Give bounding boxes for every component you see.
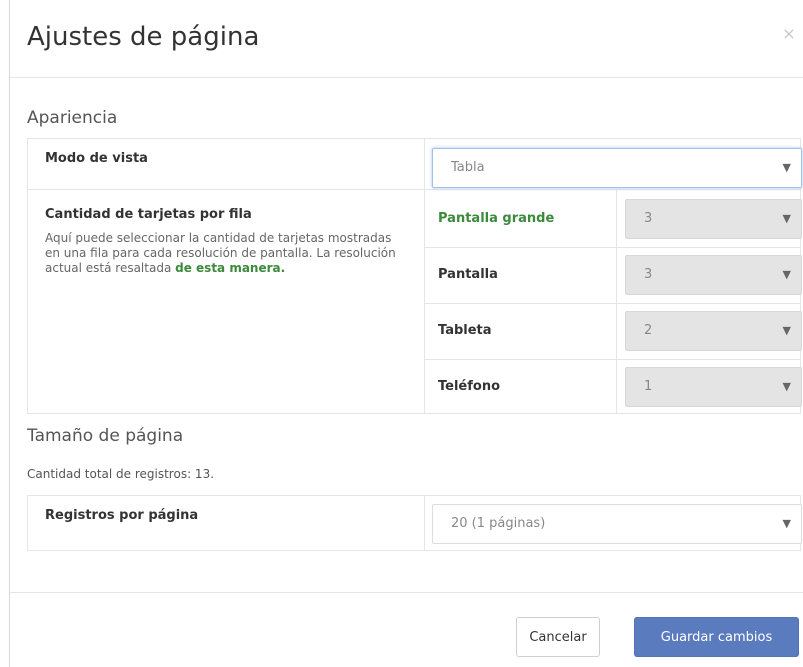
cancel-button[interactable]: Cancelar (516, 617, 600, 657)
resolution-label-tablet: Tableta (438, 323, 492, 338)
column-divider (424, 139, 425, 413)
page-settings-dialog: Ajustes de página × Apariencia Modo de v… (9, 0, 803, 667)
cards-select-phone[interactable]: 1 ▼ (625, 367, 802, 407)
resolution-label-large-screen: Pantalla grande (438, 211, 555, 226)
column-divider (424, 496, 425, 550)
chevron-down-icon: ▼ (782, 380, 791, 393)
dialog-title: Ajustes de página (27, 22, 260, 52)
chevron-down-icon: ▼ (782, 324, 791, 337)
dialog-header: Ajustes de página × (10, 0, 803, 78)
close-icon[interactable]: × (781, 26, 797, 42)
records-per-page-value: 20 (1 páginas) (451, 516, 546, 531)
chevron-down-icon: ▼ (782, 268, 791, 281)
cards-select-tablet[interactable]: 2 ▼ (625, 311, 802, 351)
chevron-down-icon: ▼ (782, 161, 791, 174)
resolution-label-screen: Pantalla (438, 267, 498, 282)
cards-select-screen[interactable]: 3 ▼ (625, 255, 802, 295)
help-text-highlight: de esta manera. (175, 261, 286, 275)
row-divider (424, 359, 800, 360)
cards-select-large-screen[interactable]: 3 ▼ (625, 199, 802, 239)
chevron-down-icon: ▼ (782, 212, 791, 225)
records-per-page-label: Registros por página (45, 508, 199, 523)
dialog-footer: Cancelar Guardar cambios (10, 592, 803, 667)
cards-value-large-screen: 3 (644, 211, 653, 226)
cards-value-tablet: 2 (644, 323, 653, 338)
column-divider (616, 189, 617, 413)
records-per-page-select[interactable]: 20 (1 páginas) ▼ (432, 504, 802, 544)
chevron-down-icon: ▼ (782, 517, 791, 530)
row-divider (424, 247, 800, 248)
view-mode-label: Modo de vista (45, 151, 148, 166)
cards-value-phone: 1 (644, 379, 653, 394)
page-size-settings-grid: Registros por página 20 (1 páginas) ▼ (27, 495, 802, 551)
cards-value-screen: 3 (644, 267, 653, 282)
view-mode-value: Tabla (451, 160, 485, 175)
row-divider (424, 303, 800, 304)
view-mode-select[interactable]: Tabla ▼ (432, 148, 802, 188)
resolution-label-phone: Teléfono (438, 379, 501, 394)
save-changes-button[interactable]: Guardar cambios (634, 617, 799, 657)
row-divider (28, 189, 800, 190)
cards-per-row-help: Aquí puede seleccionar la cantidad de ta… (45, 231, 410, 276)
cards-per-row-label: Cantidad de tarjetas por fila (45, 207, 252, 222)
total-records-text: Cantidad total de registros: 13. (27, 467, 215, 481)
page-size-section-title: Tamaño de página (27, 426, 184, 446)
appearance-settings-grid: Modo de vista Tabla ▼ Cantidad de tarjet… (27, 138, 802, 414)
appearance-section-title: Apariencia (27, 108, 118, 128)
